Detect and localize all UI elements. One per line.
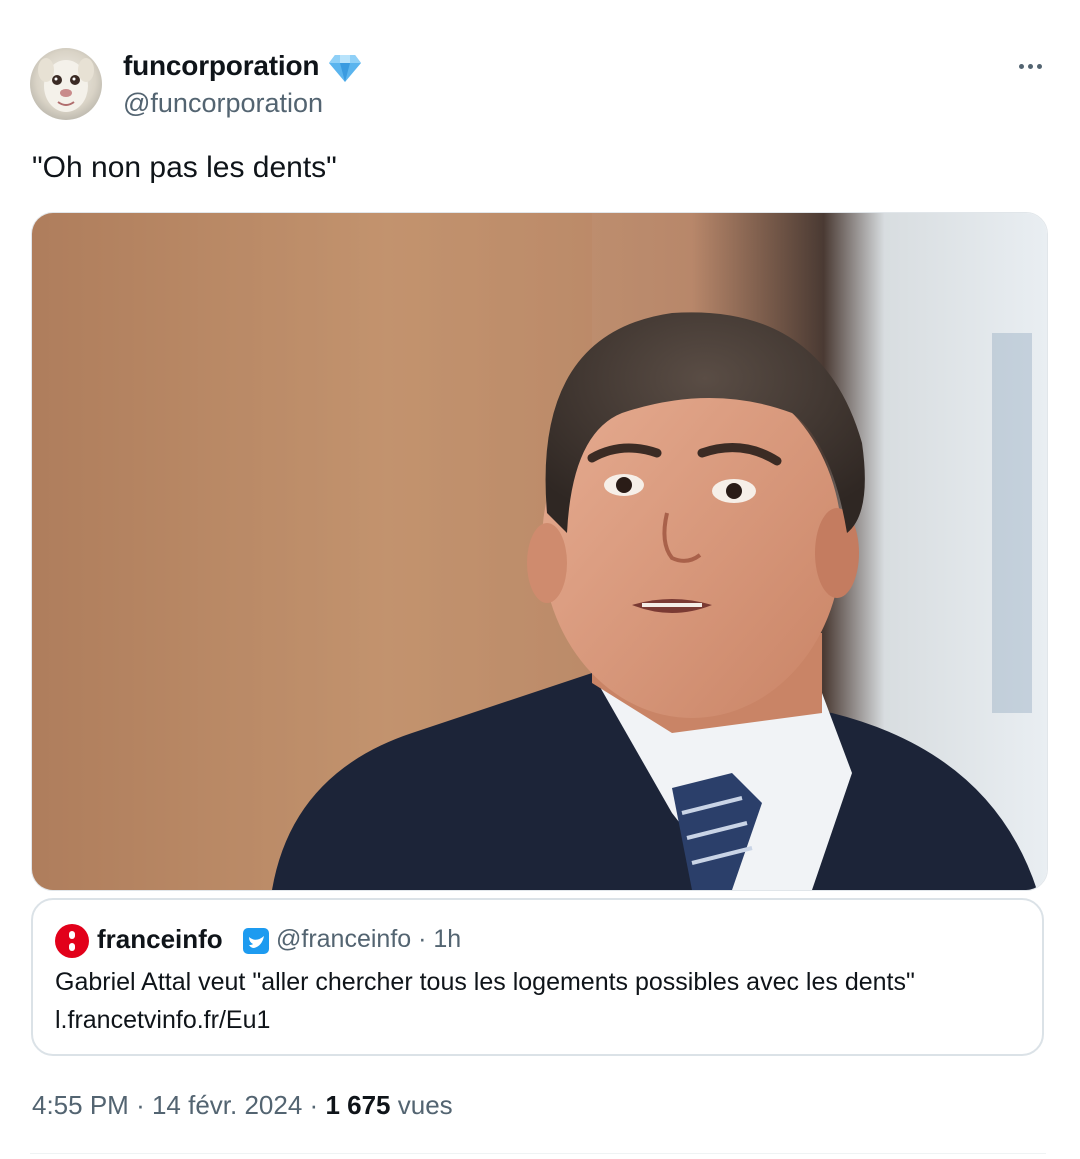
tweet-time[interactable]: 4:55 PM	[32, 1090, 129, 1120]
tweet-photo[interactable]	[31, 212, 1048, 891]
display-name[interactable]: funcorporation	[123, 50, 319, 82]
quoted-tweet-text: Gabriel Attal veut "aller chercher tous …	[55, 968, 915, 996]
tweet-text: "Oh non pas les dents"	[32, 151, 337, 184]
more-dot-icon	[1027, 63, 1033, 69]
footer-separator: ·	[309, 1090, 319, 1120]
quoted-display-name[interactable]: franceinfo	[97, 924, 223, 955]
tweet-date[interactable]: 14 févr. 2024	[152, 1090, 302, 1120]
quoted-handle[interactable]: @franceinfo	[276, 925, 411, 953]
quoted-tweet-card[interactable]: franceinfo @franceinfo · 1h Gabriel Atta…	[31, 898, 1044, 1056]
quoted-meta: @franceinfo · 1h	[276, 925, 461, 954]
dog-avatar-image	[38, 58, 94, 112]
tweet-footer: 4:55 PM · 14 févr. 2024 · 1 675 vues	[32, 1090, 453, 1121]
handle[interactable]: @funcorporation	[123, 88, 323, 119]
quoted-time: · 1h	[418, 925, 462, 953]
views-label: vues	[397, 1090, 453, 1120]
verified-badge-icon	[243, 928, 269, 954]
quoted-tweet-link[interactable]: l.francetvinfo.fr/Eu1	[55, 1006, 270, 1035]
avatar[interactable]	[30, 48, 102, 120]
divider	[30, 1153, 1046, 1154]
diamond-icon	[329, 55, 361, 82]
views-count: 1 675	[325, 1090, 391, 1120]
more-options-button[interactable]	[1008, 48, 1052, 84]
man-in-suit-photo	[32, 213, 1047, 890]
footer-separator: ·	[136, 1090, 145, 1120]
more-dot-icon	[1036, 63, 1042, 69]
more-dot-icon	[1018, 63, 1024, 69]
franceinfo-logo-icon	[55, 924, 89, 958]
